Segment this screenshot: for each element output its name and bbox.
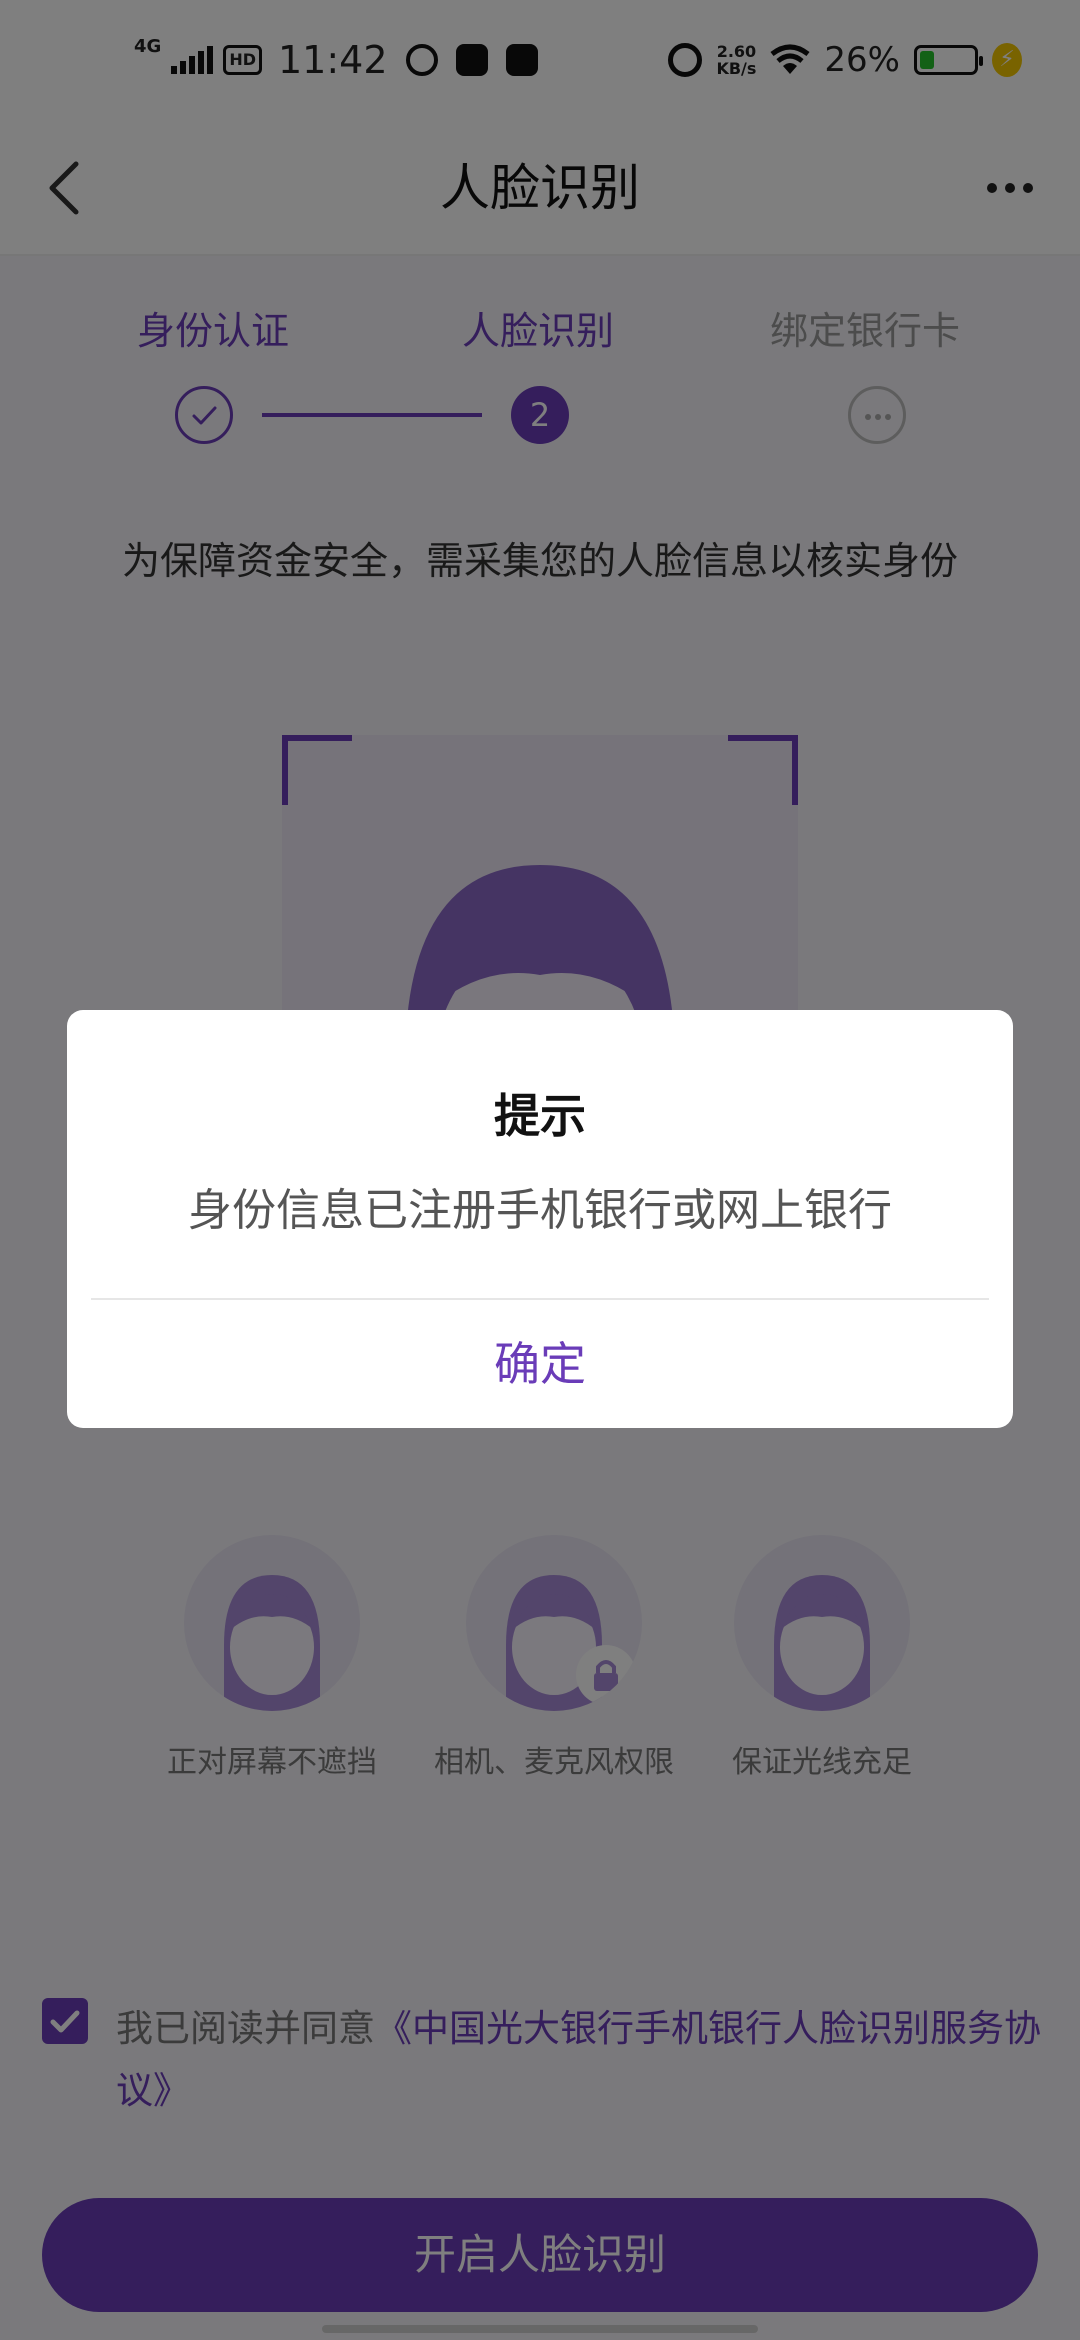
dialog-message: 身份信息已注册手机银行或网上银行 (188, 1185, 892, 1236)
dialog-title: 提示 (494, 1089, 586, 1143)
alert-dialog: 提示 身份信息已注册手机银行或网上银行 确定 (67, 1010, 1013, 1428)
confirm-button[interactable]: 确定 (67, 1300, 1013, 1428)
